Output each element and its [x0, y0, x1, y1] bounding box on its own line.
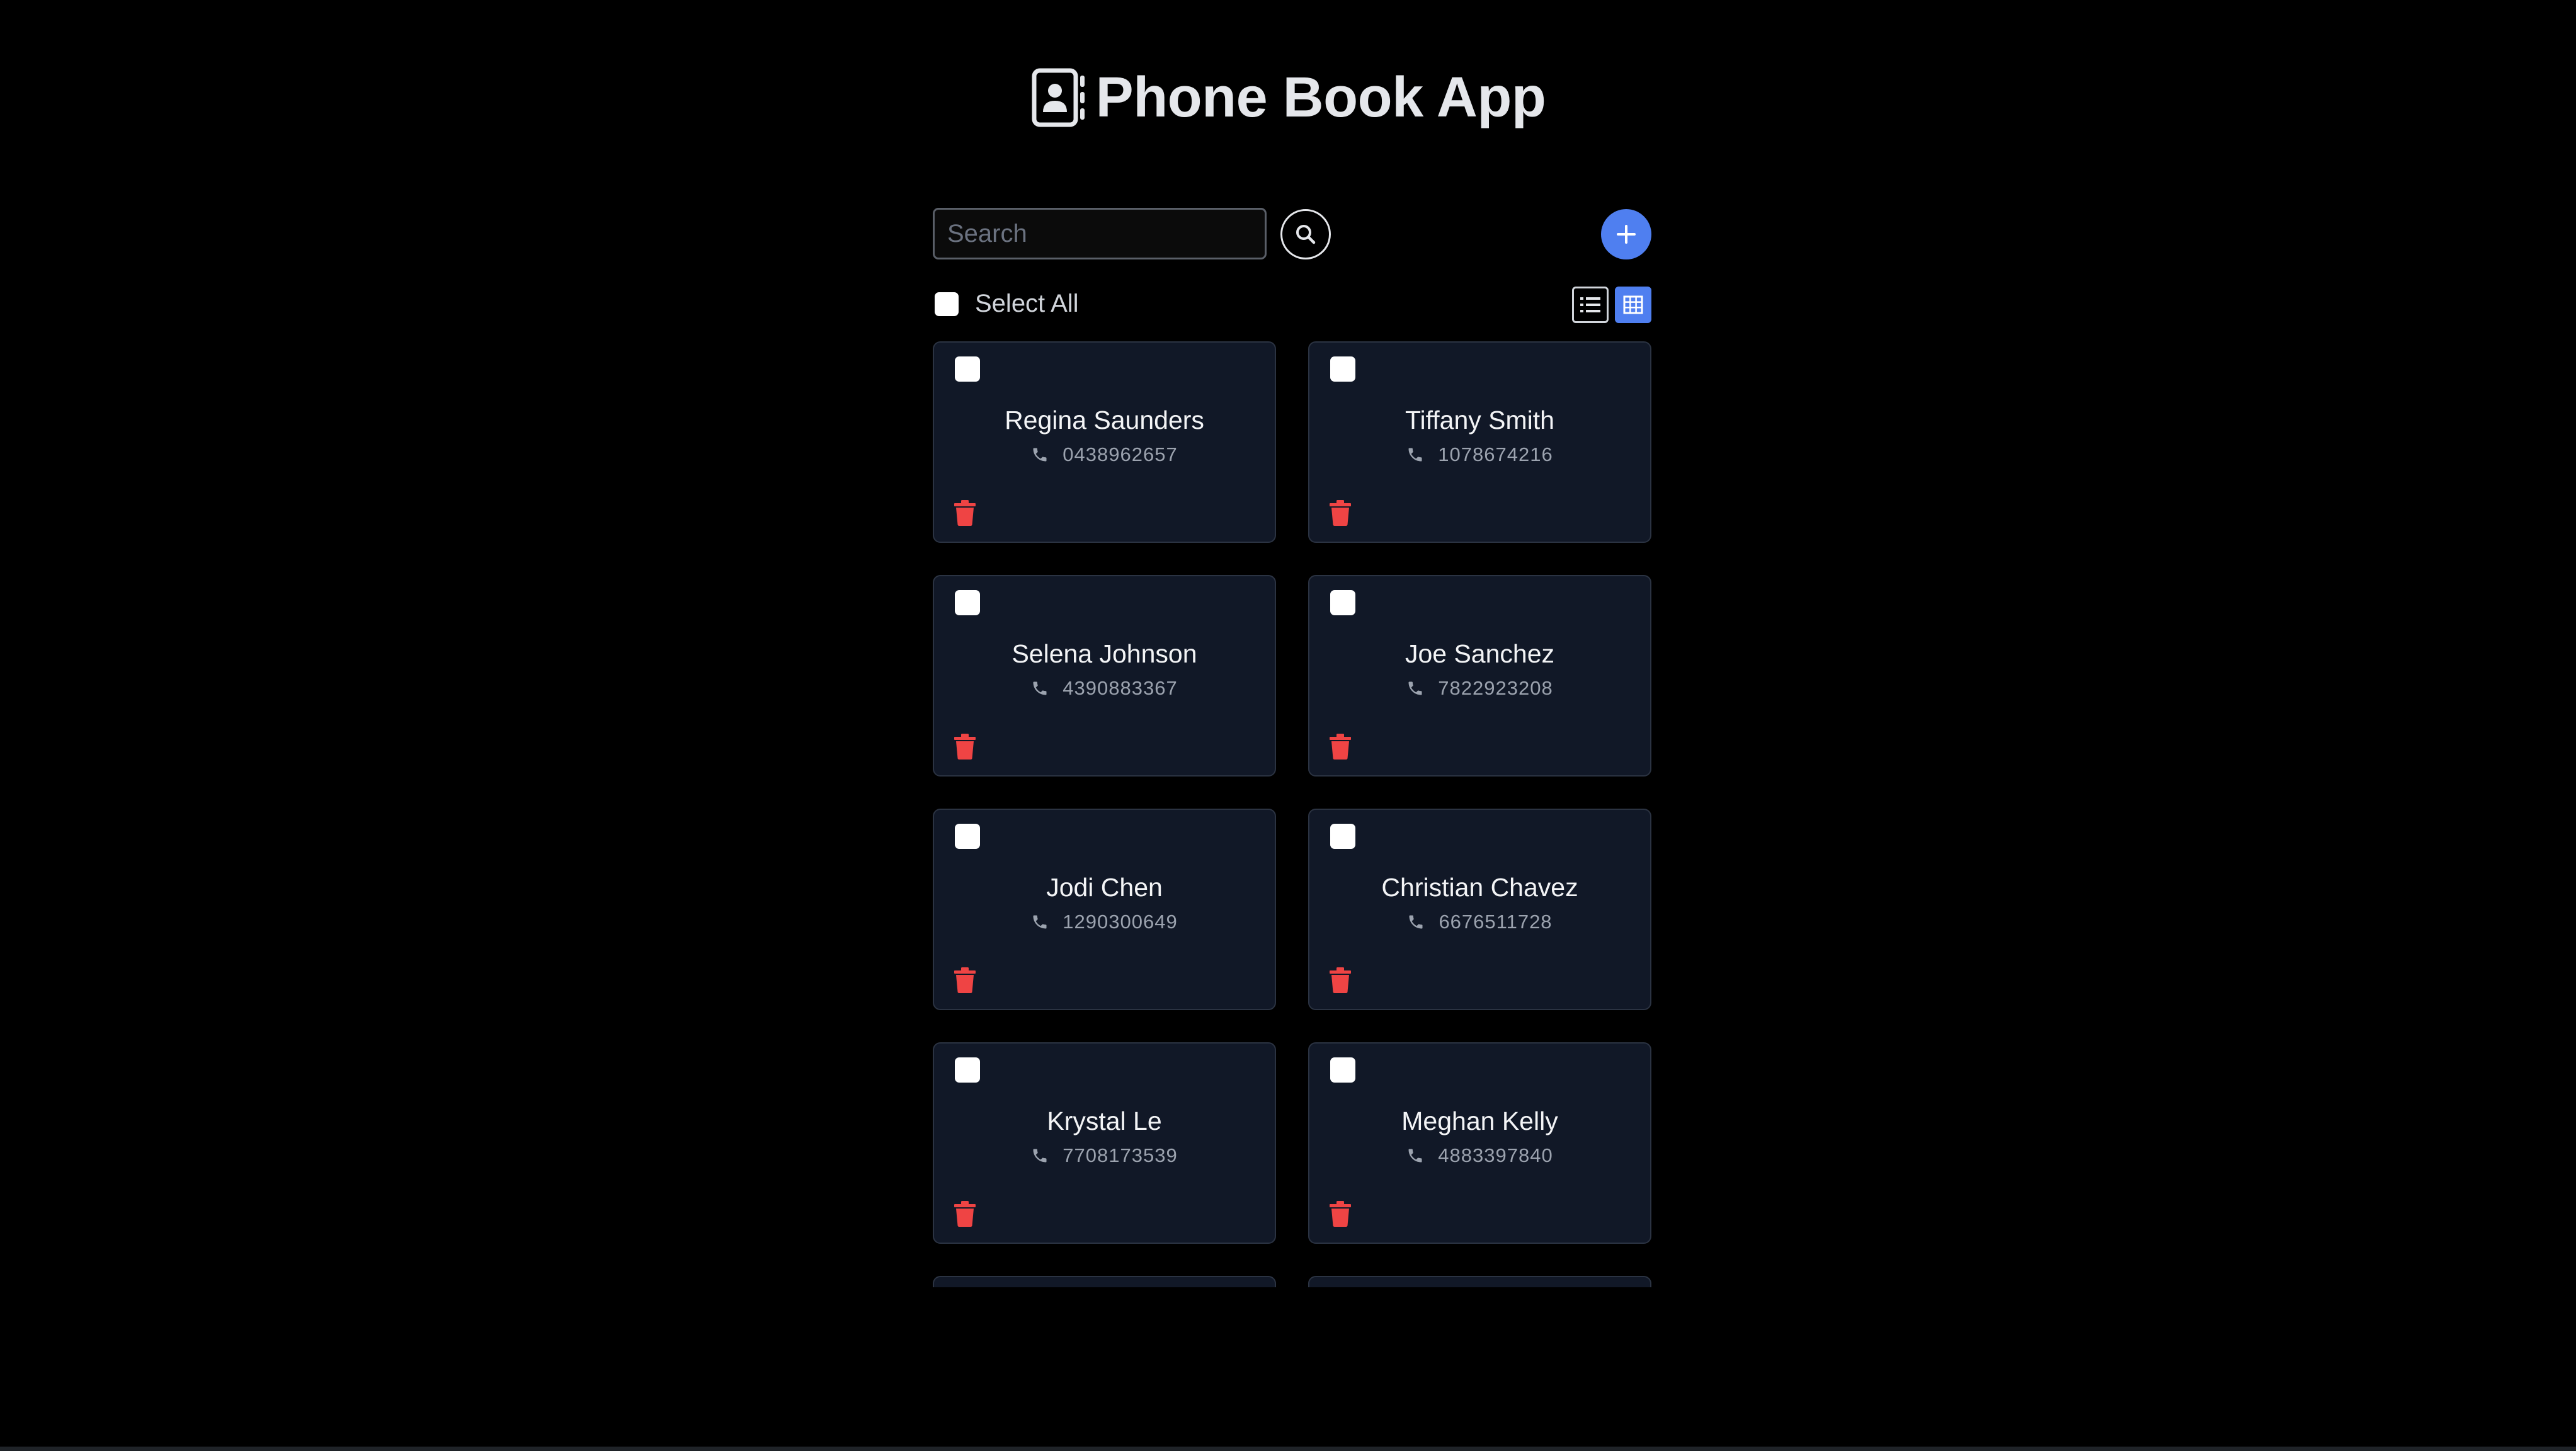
delete-contact-button[interactable] [953, 732, 977, 760]
header: Phone Book App [0, 60, 2576, 135]
phone-icon [1033, 681, 1047, 695]
contact-checkbox[interactable] [955, 824, 980, 849]
contact-phone-number: 7822923208 [1438, 677, 1553, 699]
grid-view-icon [1623, 295, 1643, 314]
contact-name: Krystal Le [1047, 1107, 1162, 1135]
contact-phone-line: 4883397840 [1309, 1144, 1650, 1167]
delete-contact-button[interactable] [1328, 732, 1352, 760]
contacts-scroll-area[interactable]: Regina Saunders 0438962657 Tiffany Smith 10… [933, 341, 1651, 1287]
trash-icon [954, 1201, 976, 1227]
contact-phone-line: 4390883367 [934, 677, 1275, 700]
trash-icon [954, 500, 976, 526]
delete-contact-button[interactable] [1328, 1200, 1352, 1227]
view-toggle [1572, 287, 1651, 323]
contact-book-icon [1032, 68, 1085, 127]
contact-card-partial[interactable] [1308, 1276, 1651, 1287]
contact-card[interactable]: Meghan Kelly 4883397840 [1308, 1042, 1651, 1244]
phone-icon [1408, 681, 1422, 695]
delete-contact-button[interactable] [1328, 499, 1352, 526]
contact-phone-line: 7708173539 [934, 1144, 1275, 1167]
trash-icon [1330, 734, 1351, 760]
search-input[interactable] [933, 208, 1267, 259]
contact-card[interactable]: Joe Sanchez 7822923208 [1308, 575, 1651, 777]
contact-phone-number: 1290300649 [1063, 911, 1178, 933]
page-title: Phone Book App [1095, 65, 1546, 129]
select-all-label: Select All [975, 290, 1079, 317]
plus-icon [1617, 225, 1636, 244]
contact-checkbox[interactable] [1330, 356, 1355, 382]
contact-checkbox[interactable] [1330, 824, 1355, 849]
contact-card[interactable]: Krystal Le 7708173539 [933, 1042, 1276, 1244]
contact-phone-line: 7822923208 [1309, 677, 1650, 700]
phone-book-app: Phone Book App Select All [0, 0, 2576, 1451]
contact-phone-number: 7708173539 [1063, 1144, 1178, 1166]
contact-name: Jodi Chen [1046, 873, 1163, 902]
contact-phone-number: 4390883367 [1063, 677, 1178, 699]
trash-icon [1330, 967, 1351, 993]
phone-icon [1033, 1149, 1047, 1163]
phone-icon [1408, 448, 1422, 462]
grid-view-button[interactable] [1615, 287, 1651, 323]
contact-card-partial[interactable] [933, 1276, 1276, 1287]
contact-phone-number: 6676511728 [1439, 911, 1553, 933]
trash-icon [1330, 500, 1351, 526]
contact-checkbox[interactable] [1330, 590, 1355, 615]
select-all-checkbox[interactable] [935, 292, 959, 316]
contact-name: Regina Saunders [1005, 406, 1204, 435]
contact-phone-number: 1078674216 [1438, 443, 1553, 465]
delete-contact-button[interactable] [1328, 966, 1352, 994]
contact-checkbox[interactable] [955, 1057, 980, 1083]
contacts-grid: Regina Saunders 0438962657 Tiffany Smith 10… [933, 341, 1651, 1287]
toolbar [933, 208, 1651, 262]
contact-checkbox[interactable] [1330, 1057, 1355, 1083]
add-contact-button[interactable] [1601, 209, 1651, 259]
delete-contact-button[interactable] [953, 1200, 977, 1227]
list-view-button[interactable] [1572, 287, 1609, 323]
phone-icon [1033, 448, 1047, 462]
search-button[interactable] [1280, 209, 1331, 259]
select-all: Select All [935, 290, 1079, 318]
bottom-divider [0, 1447, 2576, 1451]
phone-icon [1033, 915, 1047, 929]
list-view-icon [1580, 297, 1600, 312]
delete-contact-button[interactable] [953, 966, 977, 994]
contact-name: Tiffany Smith [1405, 406, 1554, 435]
contact-card[interactable]: Tiffany Smith 1078674216 [1308, 341, 1651, 543]
contact-phone-number: 0438962657 [1063, 443, 1178, 465]
contact-phone-line: 0438962657 [934, 443, 1275, 466]
contact-checkbox[interactable] [955, 356, 980, 382]
contact-phone-line: 1078674216 [1309, 443, 1650, 466]
contact-phone-line: 1290300649 [934, 911, 1275, 933]
contact-checkbox[interactable] [955, 590, 980, 615]
main-panel: Select All [933, 208, 1651, 323]
contact-phone-line: 6676511728 [1309, 911, 1650, 933]
contact-name: Christian Chavez [1381, 873, 1578, 902]
contact-card[interactable]: Selena Johnson 4390883367 [933, 575, 1276, 777]
contact-name: Meghan Kelly [1401, 1107, 1558, 1135]
delete-contact-button[interactable] [953, 499, 977, 526]
phone-icon [1409, 915, 1423, 929]
contact-phone-number: 4883397840 [1438, 1144, 1553, 1166]
contact-card[interactable]: Jodi Chen 1290300649 [933, 809, 1276, 1010]
contact-name: Selena Johnson [1012, 639, 1197, 668]
trash-icon [1330, 1201, 1351, 1227]
contact-name: Joe Sanchez [1405, 639, 1555, 668]
contact-card[interactable]: Regina Saunders 0438962657 [933, 341, 1276, 543]
trash-icon [954, 967, 976, 993]
phone-icon [1408, 1149, 1422, 1163]
contact-card[interactable]: Christian Chavez 6676511728 [1308, 809, 1651, 1010]
selection-row: Select All [933, 283, 1651, 323]
search-icon [1296, 225, 1316, 244]
trash-icon [954, 734, 976, 760]
